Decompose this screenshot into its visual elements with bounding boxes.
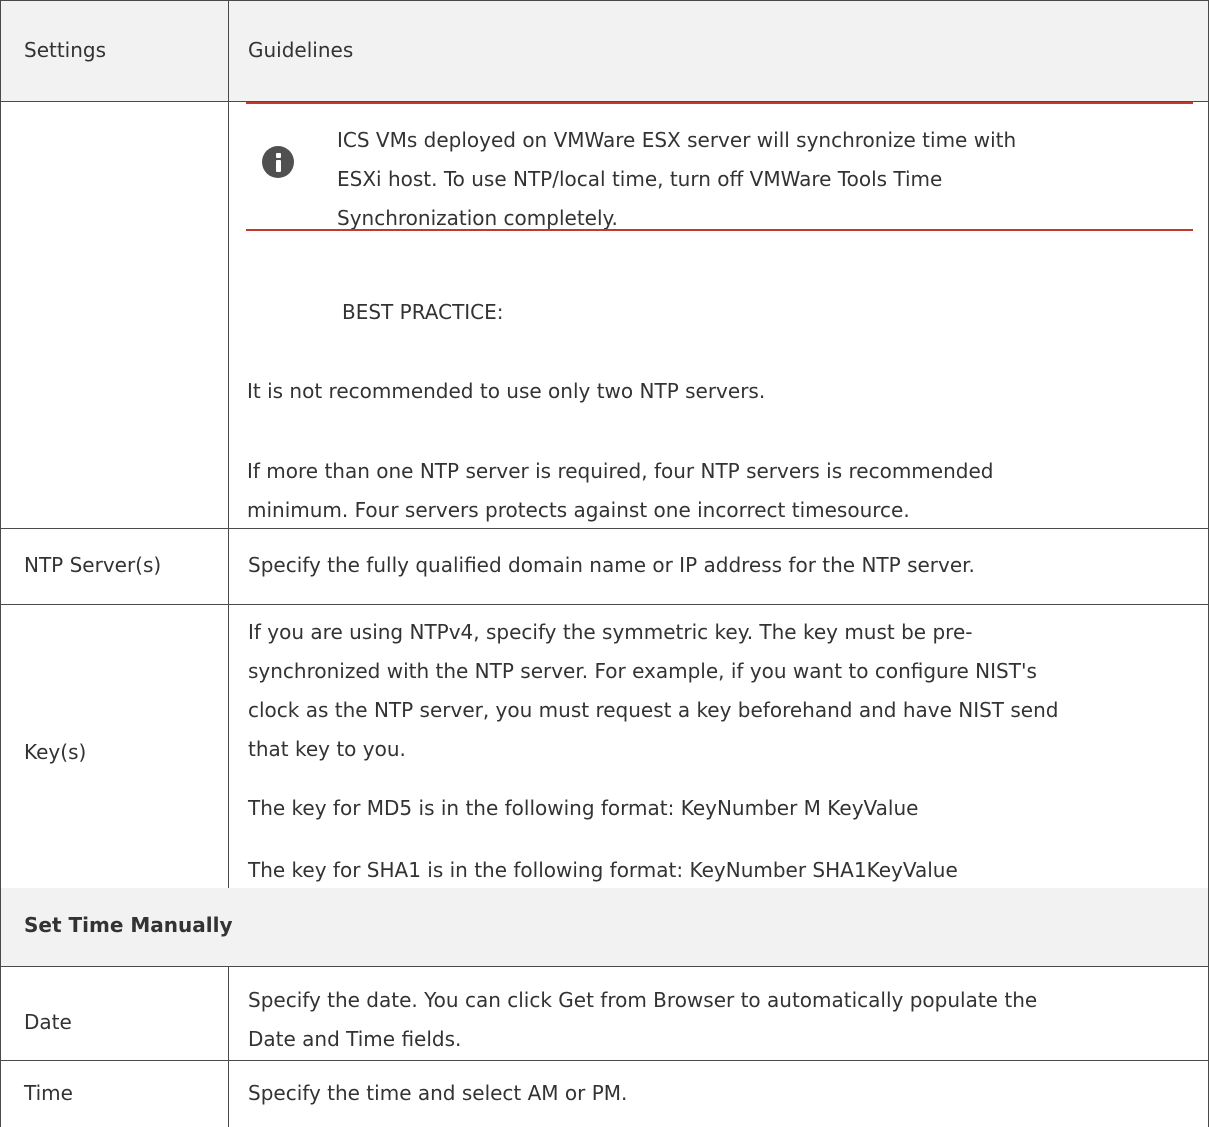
table-header-row: Settings Guidelines [0,0,1209,101]
keys-guideline-line-2: synchronized with the NTP server. For ex… [248,659,1037,683]
keys-md5-format: The key for MD5 is in the following form… [248,796,919,820]
time-guideline: Specify the time and select AM or PM. [248,1081,628,1105]
keys-guideline-line-3: clock as the NTP server, you must reques… [248,698,1059,722]
table-row-time: Time Specify the time and select AM or P… [0,1060,1209,1127]
best-practice-para-2-line-1: If more than one NTP server is required,… [247,459,994,483]
note-line-1: ICS VMs deployed on VMWare ESX server wi… [337,128,1017,152]
header-guidelines-label: Guidelines [248,38,354,62]
best-practice-heading: BEST PRACTICE: [342,300,504,324]
notes-setting-cell [0,101,228,591]
time-setting: Time [24,1081,73,1105]
keys-setting: Key(s) [24,740,87,764]
table-row-ntp-server: NTP Server(s) Specify the fully qualifie… [0,528,1209,604]
note-line-2: ESXi host. To use NTP/local time, turn o… [337,167,943,191]
table-top-border [0,0,1209,1]
note-top-rule [246,102,1193,104]
header-cell-guidelines: Guidelines [228,0,1209,101]
ntp-server-setting: NTP Server(s) [24,553,162,577]
date-guideline-line-1: Specify the date. You can click Get from… [248,988,1038,1012]
table-left-border [0,0,1,1127]
table-row-keys: Key(s) If you are using NTPv4, specify t… [0,604,1209,908]
header-settings-label: Settings [24,38,107,62]
ntp-server-guideline: Specify the fully qualified domain name … [248,553,975,577]
keys-guideline-line-4: that key to you. [248,737,406,761]
table-row-date: Date Specify the date. You can click Get… [0,966,1209,1060]
best-practice-para-2-line-2: minimum. Four servers protects against o… [247,498,910,522]
keys-guideline-line-1: If you are using NTPv4, specify the symm… [248,620,973,644]
best-practice-para-1: It is not recommended to use only two NT… [247,379,766,403]
keys-sha1-format: The key for SHA1 is in the following for… [248,858,958,882]
date-guideline-line-2: Date and Time fields. [248,1027,462,1051]
info-icon [262,146,294,178]
section-title: Set Time Manually [24,913,233,937]
note-bottom-rule [246,229,1193,231]
header-cell-settings: Settings [0,0,228,101]
section-row-set-time-manually: Set Time Manually [0,888,1209,966]
date-setting: Date [24,1010,72,1034]
